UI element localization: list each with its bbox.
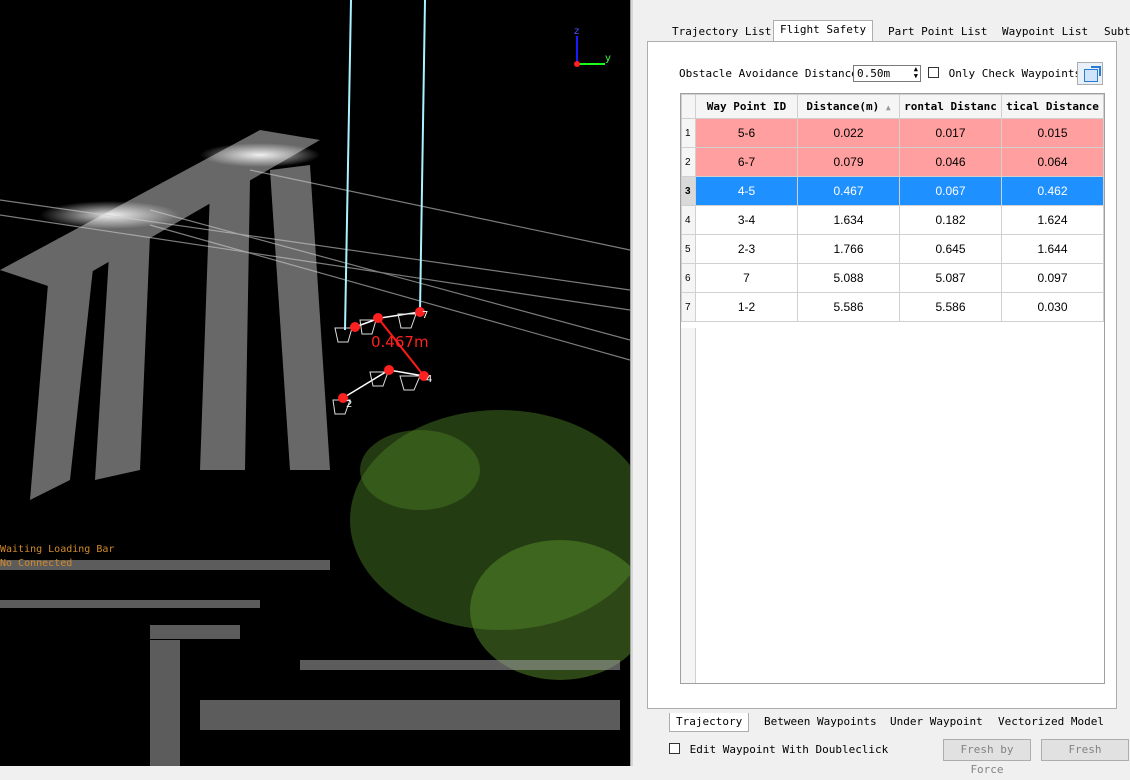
table-row[interactable]: 1 5-6 0.022 0.017 0.015 [681, 118, 1104, 148]
table-row[interactable]: 6 7 5.088 5.087 0.097 [681, 263, 1104, 293]
table-row[interactable]: 2 6-7 0.079 0.046 0.064 [681, 147, 1104, 177]
tab-bar: Trajectory List Flight Safety Part Point… [647, 20, 1130, 42]
waypoint-marker[interactable] [369, 365, 394, 387]
waypoint-marker[interactable] [397, 307, 425, 329]
point-cloud-viewport[interactable]: 2 4 7 0.467m z y Waiting Loading Bar No … [0, 0, 630, 766]
obstacle-distance-spinbox[interactable]: 0.50m ▲ ▼ [853, 65, 921, 82]
distance-label: 0.467m [371, 333, 429, 351]
export-icon[interactable] [1077, 62, 1103, 85]
trajectory-lines [344, 0, 426, 331]
sort-asc-icon: ▲ [885, 103, 891, 112]
obstacle-distance-value: 0.50m [857, 67, 891, 80]
point-cloud-scene[interactable]: 2 4 7 0.467m z y Waiting Loading Bar No … [0, 0, 630, 766]
tab-flight-safety[interactable]: Flight Safety [773, 20, 874, 42]
table-row-selected[interactable]: 3 4-5 0.467 0.067 0.462 [681, 176, 1104, 206]
overlay-status-1: Waiting Loading Bar [0, 544, 114, 555]
waypoint-label-2: 2 [346, 399, 352, 410]
only-check-label: Only Check Waypoints [948, 67, 1082, 80]
table-row[interactable]: 4 3-4 1.634 0.182 1.624 [681, 205, 1104, 235]
tab-under-waypoint[interactable]: Under Waypoint [884, 713, 989, 731]
edit-waypoint-label: Edit Waypoint With Doubleclick [689, 743, 889, 756]
row-header-strip [681, 328, 696, 683]
only-check-waypoints[interactable]: Only Check Waypoints [928, 67, 1081, 80]
obstacle-distance-label: Obstacle Avoidance Distance: [679, 67, 865, 80]
edit-waypoint-option[interactable]: Edit Waypoint With Doubleclick [669, 743, 888, 756]
tab-waypoint-list[interactable]: Waypoint List [995, 22, 1095, 40]
cloud-highlight [200, 143, 320, 167]
col-header-waypoint-id[interactable]: Way Point ID [695, 94, 798, 119]
waypoint-marker[interactable] [334, 322, 360, 343]
col-header-distance[interactable]: Distance(m) ▲ [797, 94, 900, 119]
table-row[interactable]: 7 1-2 5.586 5.586 0.030 [681, 292, 1104, 322]
tab-trajectory[interactable]: Trajectory [669, 713, 750, 732]
waypoint-label-7: 7 [422, 310, 428, 321]
tab-subt[interactable]: Subt [1097, 22, 1130, 40]
edit-waypoint-checkbox[interactable] [669, 743, 680, 754]
overlay-status-2: No Connected [0, 558, 72, 569]
safety-table: Way Point ID Distance(m) ▲ rontal Distan… [680, 93, 1105, 684]
axis-gizmo: z y [574, 26, 611, 67]
svg-text:z: z [574, 26, 579, 37]
tab-between-waypoints[interactable]: Between Waypoints [758, 713, 883, 731]
waypoint-label-4: 4 [426, 374, 432, 385]
table-row[interactable]: 5 2-3 1.766 0.645 1.644 [681, 234, 1104, 264]
tab-trajectory-list[interactable]: Trajectory List [665, 22, 778, 40]
tab-part-point-list[interactable]: Part Point List [881, 22, 994, 40]
corner-cell[interactable] [681, 94, 696, 119]
svg-text:y: y [605, 53, 611, 64]
only-check-checkbox[interactable] [928, 67, 939, 78]
fresh-by-force-button[interactable]: Fresh by Force [943, 739, 1031, 776]
spin-arrows-icon[interactable]: ▲ ▼ [914, 66, 918, 80]
col-header-vertical[interactable]: tical Distance [1001, 94, 1104, 119]
vegetation-point-cloud [350, 410, 630, 680]
col-header-horizontal[interactable]: rontal Distanc [899, 94, 1002, 119]
tower-point-cloud [0, 130, 330, 500]
fresh-button[interactable]: Fresh [1041, 739, 1129, 761]
tab-vectorized-model[interactable]: Vectorized Model [992, 713, 1110, 731]
